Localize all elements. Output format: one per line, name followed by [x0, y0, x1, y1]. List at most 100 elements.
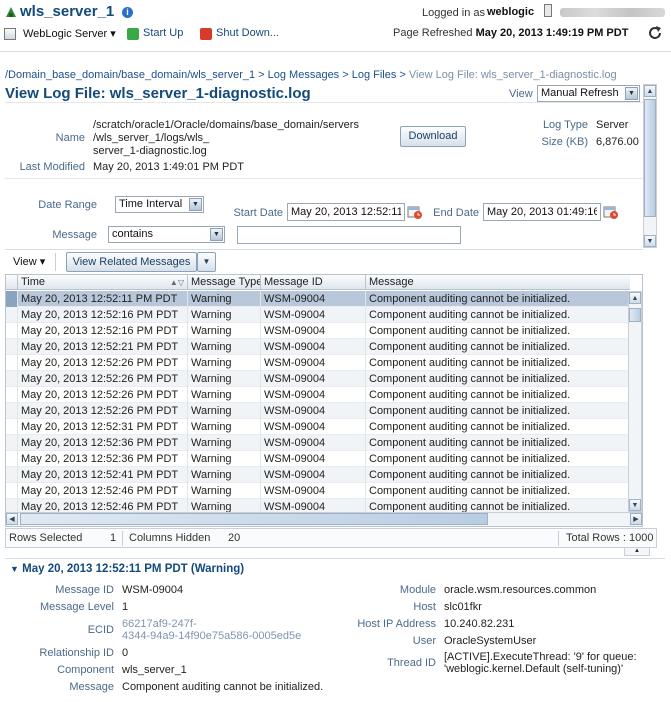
scroll-thumb[interactable]	[20, 513, 488, 525]
column-header-message[interactable]: Message	[366, 275, 630, 290]
scroll-up-icon[interactable]: ▲	[644, 85, 656, 97]
scroll-left-icon[interactable]: ◀	[6, 513, 18, 525]
row-header-cell[interactable]	[6, 499, 18, 512]
download-button[interactable]: Download	[400, 126, 466, 147]
message-type-cell: Warning	[188, 419, 261, 435]
message-cell: Component auditing cannot be initialized…	[369, 293, 571, 305]
row-header-cell[interactable]	[6, 467, 18, 483]
table-row[interactable]: May 20, 2013 12:52:16 PM PDT Warning WSM-0…	[6, 323, 630, 339]
scroll-up-icon[interactable]: ▲	[629, 292, 641, 304]
detail-field-value: slc01fkr	[444, 601, 482, 613]
message-id-cell: WSM-09004	[261, 291, 366, 307]
message-type-cell: Warning	[188, 387, 261, 403]
table-row[interactable]: May 20, 2013 12:52:16 PM PDT Warning WSM-0…	[6, 307, 630, 323]
breadcrumb-log-messages[interactable]: Log Messages	[268, 69, 340, 81]
panel-vertical-scrollbar[interactable]: ▲ ▼	[643, 84, 657, 248]
message-operator-select[interactable]: contains ▼	[108, 226, 225, 243]
message-id-cell: WSM-09004	[261, 307, 366, 323]
column-header-message-type[interactable]: Message Type	[188, 275, 261, 290]
splitter-collapse-handle[interactable]: ▲	[624, 548, 650, 556]
end-date-input[interactable]	[483, 203, 601, 221]
row-header-cell[interactable]	[6, 451, 18, 467]
message-cell: Component auditing cannot be initialized…	[369, 437, 571, 449]
scroll-down-icon[interactable]: ▼	[644, 235, 656, 247]
message-cell: Component auditing cannot be initialized…	[369, 405, 571, 417]
message-filter-input[interactable]	[237, 226, 461, 244]
divider	[55, 253, 56, 271]
time-cell: May 20, 2013 12:52:36 PM PDT	[18, 451, 188, 467]
sort-icon[interactable]: ▲▽	[170, 275, 184, 290]
detail-field-value: 66217af9-247f- 4344-94a9-14f90e75a586-00…	[122, 618, 302, 642]
calendar-icon[interactable]	[407, 204, 423, 220]
detail-field-label: Module	[399, 584, 436, 596]
detail-field-value: wls_server_1	[122, 664, 187, 676]
table-row[interactable]: May 20, 2013 12:52:36 PM PDT Warning WSM-0…	[6, 451, 630, 467]
table-row[interactable]: May 20, 2013 12:52:26 PM PDT Warning WSM-0…	[6, 371, 630, 387]
table-row[interactable]: May 20, 2013 12:52:46 PM PDT Warning WSM-0…	[6, 499, 630, 512]
view-related-messages-button[interactable]: View Related Messages	[66, 252, 197, 272]
scroll-right-icon[interactable]: ▶	[630, 513, 642, 525]
view-menu[interactable]: View ▾	[13, 255, 45, 268]
breadcrumb-domain[interactable]: /Domain_base_domain/base_domain/wls_serv…	[5, 69, 255, 81]
chevron-down-icon: ▾	[110, 28, 116, 40]
start-up-button[interactable]: Start Up	[143, 27, 183, 39]
table-row[interactable]: May 20, 2013 12:52:26 PM PDT Warning WSM-0…	[6, 387, 630, 403]
message-cell: Component auditing cannot be initialized…	[369, 469, 571, 481]
view-mode-select[interactable]: Manual Refresh ▼	[537, 85, 640, 102]
table-vertical-scrollbar[interactable]: ▲ ▼	[628, 291, 642, 512]
start-date-input[interactable]	[287, 203, 405, 221]
host-name-redacted	[560, 8, 665, 17]
message-detail-header[interactable]: ▼ May 20, 2013 12:52:11 PM PDT (Warning)	[10, 563, 244, 575]
shut-down-button[interactable]: Shut Down...	[216, 27, 279, 39]
column-header-message-id[interactable]: Message ID	[261, 275, 366, 290]
table-row[interactable]: May 20, 2013 12:52:26 PM PDT Warning WSM-0…	[6, 355, 630, 371]
chevron-down-icon: ▼	[189, 198, 202, 211]
divider	[5, 178, 643, 179]
column-header-time[interactable]: Time ▲▽	[18, 275, 188, 290]
refresh-icon[interactable]	[647, 25, 663, 41]
row-header-cell[interactable]	[6, 403, 18, 419]
collapse-icon[interactable]: ▼	[10, 564, 19, 574]
message-filter-label: Message	[52, 229, 97, 241]
breadcrumb-log-files[interactable]: Log Files	[352, 69, 397, 81]
table-row[interactable]: May 20, 2013 12:52:41 PM PDT Warning WSM-0…	[6, 467, 630, 483]
row-header-cell[interactable]	[6, 419, 18, 435]
column-label: Message	[369, 276, 414, 288]
table-row[interactable]: May 20, 2013 12:52:31 PM PDT Warning WSM-0…	[6, 419, 630, 435]
row-header-cell[interactable]	[6, 483, 18, 499]
row-header-column	[6, 275, 18, 290]
end-date-label: End Date	[433, 207, 479, 219]
row-header-cell[interactable]	[6, 371, 18, 387]
row-header-cell[interactable]	[6, 291, 18, 307]
table-row[interactable]: May 20, 2013 12:52:36 PM PDT Warning WSM-0…	[6, 435, 630, 451]
row-header-cell[interactable]	[6, 355, 18, 371]
row-header-cell[interactable]	[6, 387, 18, 403]
detail-field-label: Thread ID	[387, 657, 436, 669]
message-id-cell: WSM-09004	[261, 339, 366, 355]
info-icon[interactable]: i	[122, 7, 133, 18]
scroll-thumb[interactable]	[644, 99, 656, 217]
view-related-dropdown-button[interactable]: ▼	[197, 252, 216, 272]
log-type-value: Server	[596, 119, 629, 131]
table-row[interactable]: May 20, 2013 12:52:46 PM PDT Warning WSM-0…	[6, 483, 630, 499]
time-cell: May 20, 2013 12:52:46 PM PDT	[18, 499, 188, 512]
weblogic-server-menu[interactable]: WebLogic Server ▾	[23, 27, 116, 40]
calendar-icon[interactable]	[603, 204, 619, 220]
table-horizontal-scrollbar[interactable]: ◀ ▶	[6, 512, 642, 526]
date-range-select[interactable]: Time Interval ▼	[115, 196, 204, 213]
log-messages-table: Time ▲▽ Message Type Message ID Message …	[5, 274, 643, 527]
row-header-cell[interactable]	[6, 339, 18, 355]
size-label: Size (KB)	[541, 136, 588, 148]
row-header-cell[interactable]	[6, 307, 18, 323]
table-row[interactable]: May 20, 2013 12:52:26 PM PDT Warning WSM-0…	[6, 403, 630, 419]
breadcrumb-current: View Log File: wls_server_1-diagnostic.l…	[408, 69, 617, 81]
row-header-cell[interactable]	[6, 323, 18, 339]
log-type-label: Log Type	[542, 119, 588, 131]
start-up-icon	[127, 28, 139, 40]
scroll-thumb[interactable]	[629, 308, 641, 322]
scroll-down-icon[interactable]: ▼	[629, 499, 641, 511]
row-header-cell[interactable]	[6, 435, 18, 451]
table-row[interactable]: May 20, 2013 12:52:11 PM PDT Warning WSM-0…	[6, 291, 630, 307]
server-title: wls_server_1	[20, 3, 115, 20]
table-row[interactable]: May 20, 2013 12:52:21 PM PDT Warning WSM-0…	[6, 339, 630, 355]
